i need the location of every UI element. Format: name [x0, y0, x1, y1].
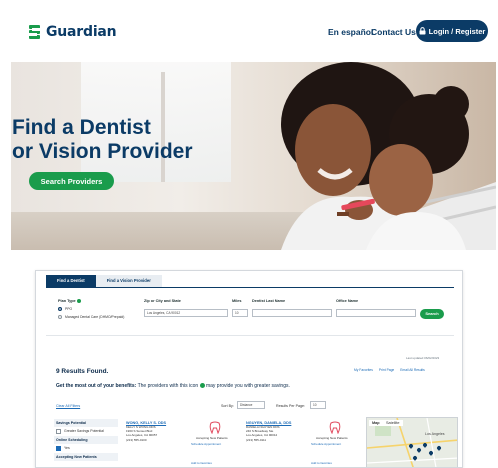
- lock-icon: [419, 27, 426, 35]
- accepting-new-patients: Accepting New Patients: [196, 436, 228, 440]
- accepting-new-patients: Accepting New Patients: [316, 436, 348, 440]
- guardian-logo[interactable]: Guardian: [28, 24, 117, 40]
- office-name-input[interactable]: [336, 309, 416, 317]
- results-actions: My Favorites Print Page Email All Result…: [354, 368, 425, 372]
- zip-label: Zip or City and State: [144, 299, 181, 303]
- filter-savings-heading[interactable]: Savings Potential: [54, 419, 118, 427]
- map-city-label: Los Angeles: [425, 432, 445, 436]
- email-results-link[interactable]: Email All Results: [400, 368, 425, 372]
- results-map[interactable]: Map Satellite Los Angeles: [366, 417, 458, 467]
- filter-savings-option[interactable]: Greater Savings Potential: [54, 427, 118, 436]
- section-divider: [46, 335, 454, 336]
- savings-promo: Get the most out of your benefits: The p…: [56, 383, 290, 389]
- satellite-tab[interactable]: Satellite: [383, 420, 403, 426]
- search-providers-button[interactable]: Search Providers: [29, 172, 114, 190]
- top-navigation: Guardian En español Contact Us Login / R…: [0, 0, 498, 62]
- plan-type-label: Plan Type: [58, 299, 76, 303]
- promo-suffix: may provide you with greater savings.: [204, 383, 290, 389]
- sort-by-select[interactable]: Distance: [237, 401, 265, 409]
- search-button[interactable]: Search: [420, 309, 444, 319]
- scheduling-option-label: Yes: [64, 446, 70, 450]
- filter-scheduling-heading-label: Online Scheduling: [56, 438, 88, 442]
- tab-underline: [46, 287, 454, 288]
- zip-input[interactable]: Los Angeles, CA 90012: [144, 309, 228, 317]
- my-favorites-link[interactable]: My Favorites: [354, 368, 373, 372]
- login-register-button[interactable]: Login / Register: [416, 20, 488, 42]
- filter-new-patients-heading[interactable]: Accepting New Patients: [54, 453, 118, 461]
- plan-ppo-label: PPO: [65, 307, 73, 311]
- nav-contact-link[interactable]: Contact Us: [371, 27, 416, 37]
- add-to-favorites-link[interactable]: Add to favorites: [311, 461, 332, 465]
- login-register-label: Login / Register: [428, 26, 486, 36]
- filter-savings-heading-label: Savings Potential: [56, 421, 86, 425]
- guardian-logo-icon: [29, 25, 40, 39]
- search-tabs: Find a Dentist Find a Vision Provider: [46, 275, 162, 287]
- results-count: 9 Results Found.: [56, 368, 109, 375]
- provider-search-card: Find a Dentist Find a Vision Provider Pl…: [35, 270, 463, 468]
- scheduling-checkbox[interactable]: [56, 446, 61, 451]
- dentist-last-name-input[interactable]: [252, 309, 332, 317]
- results-per-page-label: Results Per Page:: [276, 404, 305, 408]
- tooth-icon: [209, 421, 221, 434]
- nav-espanol-link[interactable]: En español: [328, 27, 373, 37]
- filter-scheduling-heading[interactable]: Online Scheduling: [54, 436, 118, 444]
- clear-filters-link[interactable]: Clear All Filters: [56, 404, 80, 408]
- hero-title: Find a Dentist or Vision Provider: [12, 116, 193, 164]
- results-per-page-select[interactable]: 10: [310, 401, 326, 409]
- schedule-appointment-link[interactable]: Schedule Appointment: [311, 442, 341, 446]
- brand-name: Guardian: [46, 24, 117, 40]
- promo-prefix: Get the most out of your benefits:: [56, 383, 137, 389]
- tab-find-vision-provider[interactable]: Find a Vision Provider: [95, 275, 162, 287]
- tab-find-dentist[interactable]: Find a Dentist: [46, 275, 96, 287]
- last-updated-text: Last updated 06/02/2023: [406, 356, 440, 360]
- map-tab[interactable]: Map: [369, 420, 383, 426]
- plan-dhmo-radio[interactable]: [58, 315, 62, 319]
- office-name-label: Office Name: [336, 299, 359, 303]
- promo-body: The providers with this icon: [136, 383, 199, 389]
- schedule-appointment-link[interactable]: Schedule Appointment: [191, 442, 221, 446]
- sort-by-label: Sort By:: [221, 404, 234, 408]
- miles-label: Miles: [232, 299, 242, 303]
- filter-scheduling-option[interactable]: Yes: [54, 444, 118, 453]
- savings-option-label: Greater Savings Potential: [64, 429, 104, 433]
- hero-banner: Find a Dentist or Vision Provider Search…: [11, 62, 496, 250]
- savings-checkbox[interactable]: [56, 429, 61, 434]
- miles-select[interactable]: 10: [232, 309, 248, 317]
- filters-sidebar: Savings Potential Greater Savings Potent…: [54, 419, 118, 467]
- filter-new-patients-heading-label: Accepting New Patients: [56, 455, 97, 459]
- info-icon[interactable]: [77, 298, 81, 303]
- hero-title-line-2: or Vision Provider: [12, 140, 193, 163]
- dentist-last-name-label: Dentist Last Name: [252, 299, 286, 303]
- hero-title-line-1: Find a Dentist: [12, 116, 151, 139]
- add-to-favorites-link[interactable]: Add to favorites: [191, 461, 212, 465]
- plan-dhmo-label: Managed Dental Care (DHMO/Prepaid): [65, 315, 125, 319]
- hero-photo-mother-child-brushing: [281, 62, 496, 250]
- tooth-icon: [329, 421, 341, 434]
- plan-ppo-radio[interactable]: [58, 307, 62, 311]
- print-page-link[interactable]: Print Page: [379, 368, 394, 372]
